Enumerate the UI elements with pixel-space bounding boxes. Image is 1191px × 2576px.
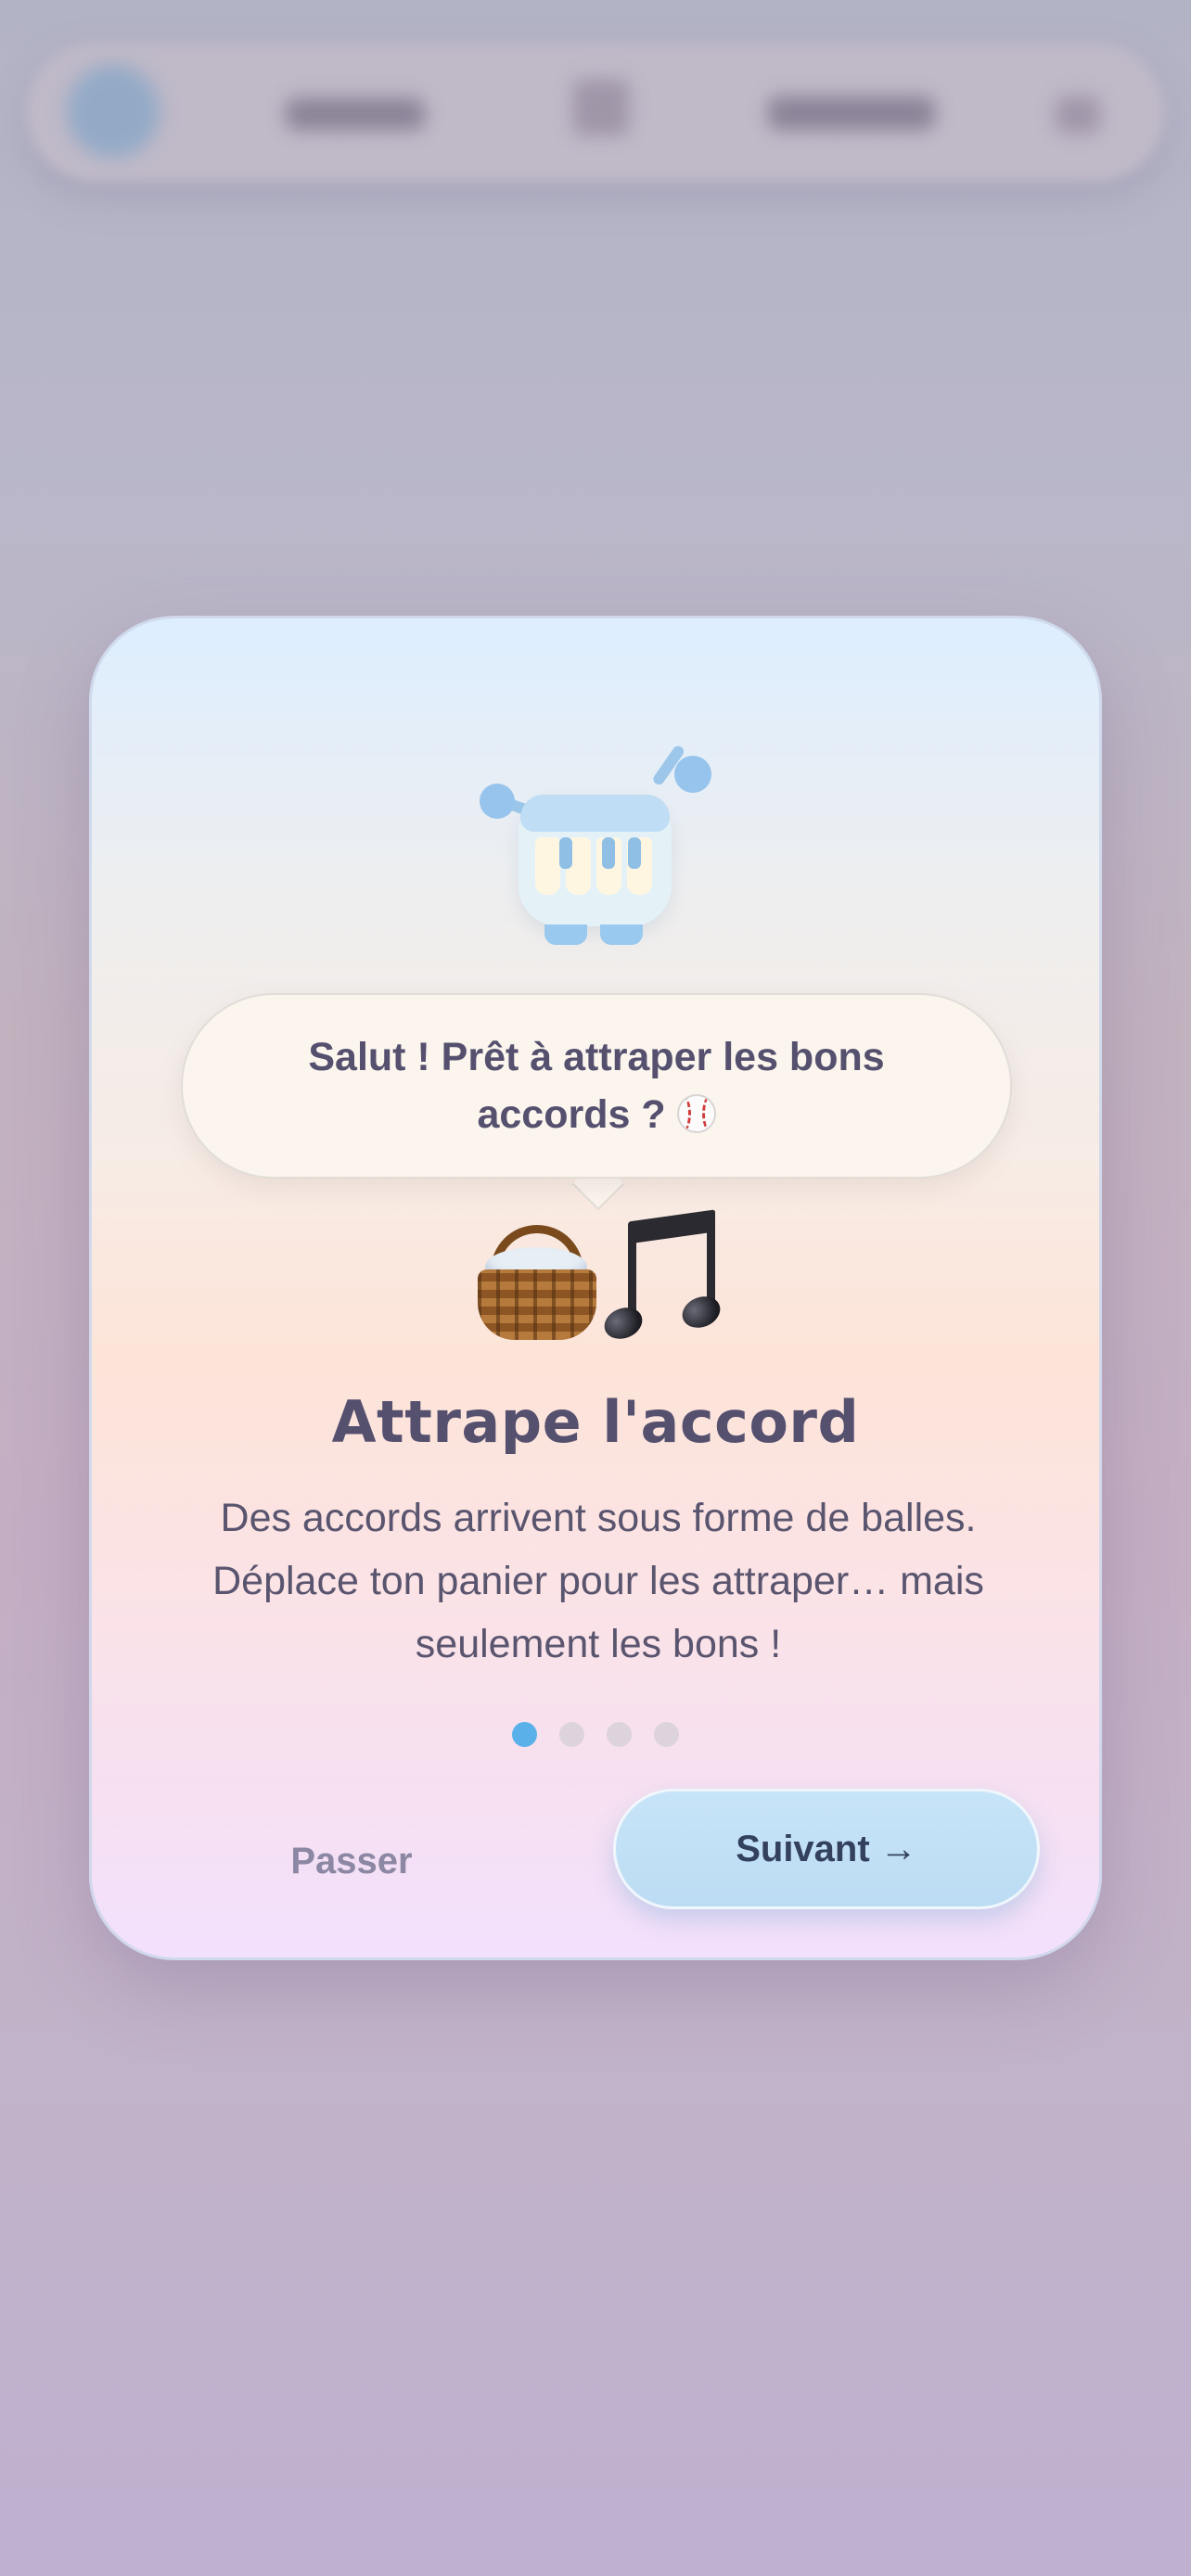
skip-button[interactable]: Passer xyxy=(240,1815,463,1907)
speech-text: Salut ! Prêt à attraper les bons accords… xyxy=(308,1035,885,1137)
avatar-icon xyxy=(67,65,160,158)
piano-robot-icon xyxy=(480,744,723,945)
header-text-blurred xyxy=(286,98,425,130)
page-dot-2[interactable] xyxy=(559,1722,584,1747)
baseball-icon xyxy=(676,1094,716,1133)
basket-note-illustration xyxy=(474,1209,725,1351)
page-dot-1[interactable] xyxy=(512,1722,537,1747)
page-dot-3[interactable] xyxy=(607,1722,632,1747)
onboarding-description: Des accords arrivent sous forme de balle… xyxy=(212,1496,984,1666)
next-button[interactable]: Suivant → xyxy=(613,1789,1040,1909)
header-score-blurred xyxy=(768,96,935,130)
page-dot-4[interactable] xyxy=(654,1722,679,1747)
basket-icon xyxy=(474,1221,599,1342)
filter-icon xyxy=(573,80,629,135)
onboarding-modal: Salut ! Prêt à attraper les bons accords… xyxy=(89,616,1102,1960)
background-header-bar xyxy=(26,43,1165,182)
more-icon xyxy=(1056,96,1100,134)
pagination-dots xyxy=(92,1722,1099,1747)
music-note-icon xyxy=(599,1209,725,1345)
speech-bubble: Salut ! Prêt à attraper les bons accords… xyxy=(181,993,1012,1179)
onboarding-title: Attrape l'accord xyxy=(331,1388,860,1456)
